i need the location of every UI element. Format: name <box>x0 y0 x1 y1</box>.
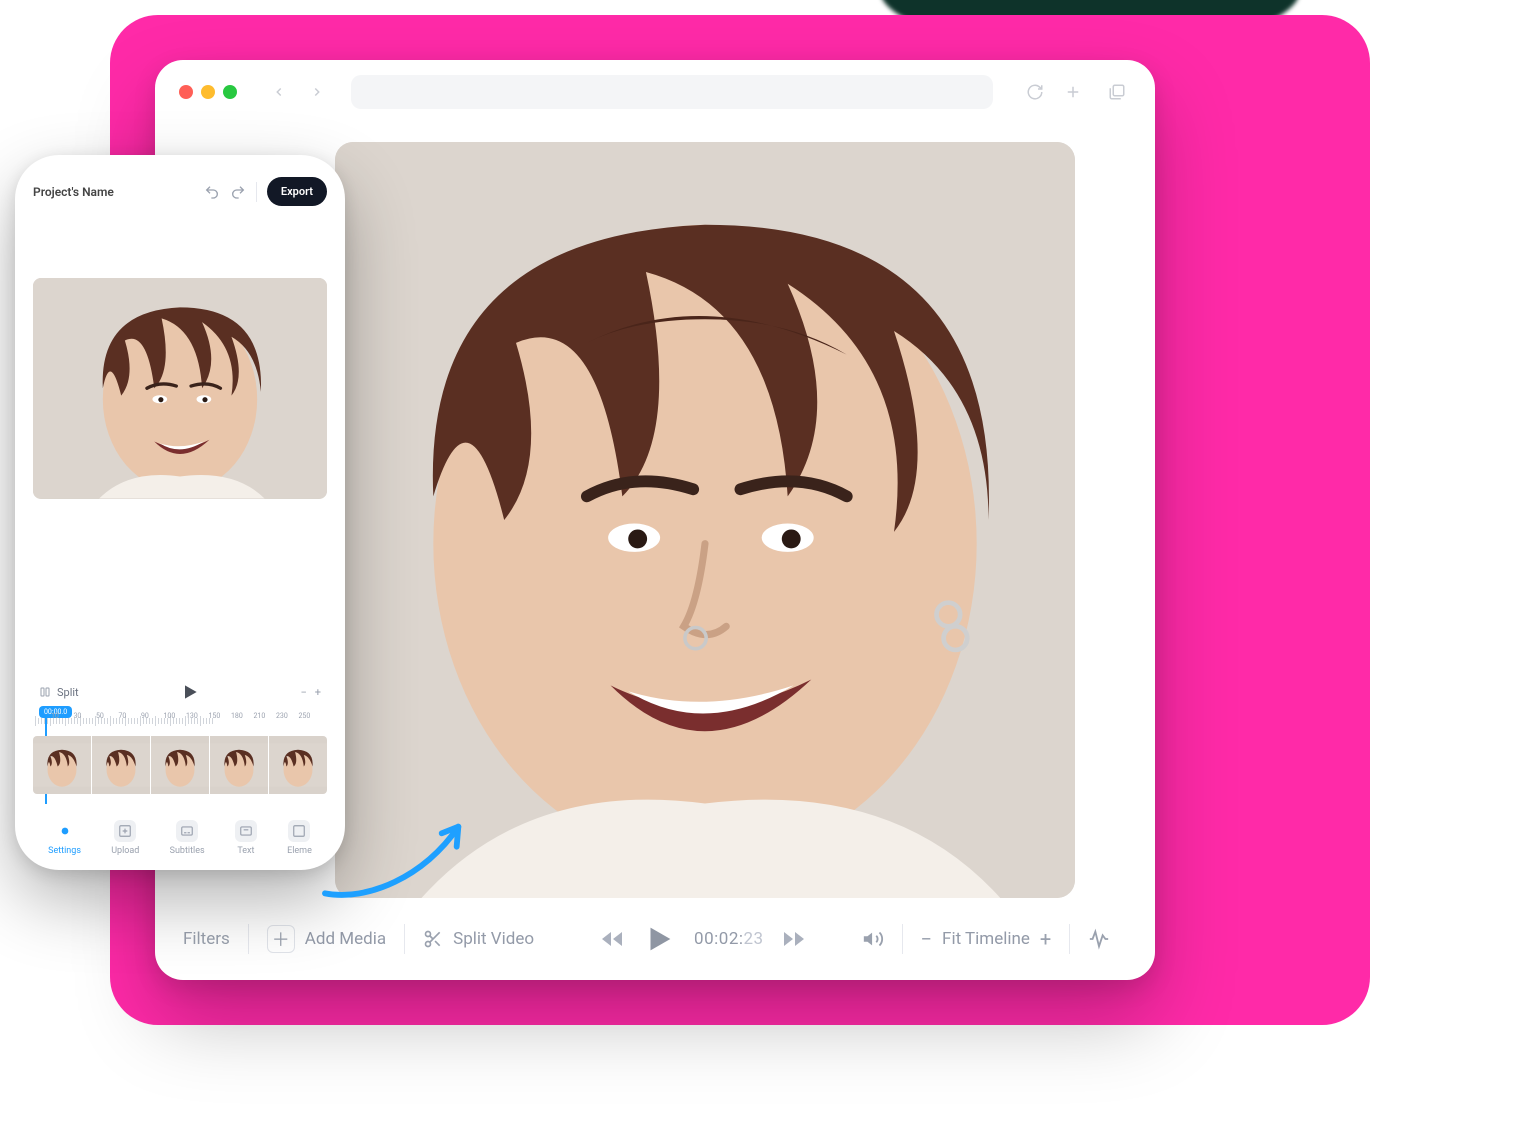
mobile-zoom-in[interactable]: + <box>315 686 321 699</box>
volume-icon[interactable] <box>862 928 884 950</box>
address-bar[interactable] <box>351 75 993 109</box>
editor-toolbar: Filters ＋ Add Media Split Video 00:02:23 <box>155 898 1155 980</box>
add-media-label: Add Media <box>305 929 386 949</box>
export-button[interactable]: Export <box>267 177 327 206</box>
ruler-mark: 50 <box>96 712 104 720</box>
tabs-icon[interactable] <box>1103 78 1131 106</box>
timeline-clips[interactable] <box>33 736 327 794</box>
add-media-button[interactable]: ＋ Add Media <box>267 925 386 953</box>
eleme-icon <box>288 820 310 842</box>
reload-icon[interactable] <box>1021 78 1049 106</box>
redo-button[interactable] <box>230 184 246 200</box>
ruler-mark: 250 <box>299 712 311 720</box>
scissors-icon <box>423 929 443 949</box>
tab-text[interactable]: Text <box>235 820 257 856</box>
window-controls <box>179 85 237 99</box>
tab-upload[interactable]: Upload <box>111 820 139 856</box>
zoom-out-button[interactable]: − <box>921 927 932 951</box>
timecode: 00:02:23 <box>694 929 764 949</box>
tab-subtitles[interactable]: Subtitles <box>170 820 205 856</box>
fit-timeline-control: − Fit Timeline + <box>921 927 1052 951</box>
settings-icon <box>54 820 76 842</box>
split-video-label: Split Video <box>453 929 534 949</box>
ruler-mark: 30 <box>74 712 82 720</box>
nav-forward-button[interactable] <box>303 78 331 106</box>
ruler-mark: 180 <box>231 712 243 720</box>
ruler-mark: 230 <box>276 712 288 720</box>
timeline-ruler[interactable]: 00:00.0 1030507090100130150180210230250 <box>33 712 327 730</box>
rewind-button[interactable] <box>600 927 624 951</box>
ruler-mark: 150 <box>209 712 221 720</box>
mobile-editor: Project's Name Export <box>15 155 345 870</box>
ruler-mark: 70 <box>119 712 127 720</box>
mobile-zoom-out[interactable]: − <box>300 686 306 699</box>
clip-thumbnail[interactable] <box>33 736 91 794</box>
waveform-icon[interactable] <box>1088 928 1110 950</box>
mobile-tabbar: Settings Upload Subtitles Text Eleme <box>33 810 327 856</box>
mobile-play-button[interactable] <box>180 682 200 702</box>
split-video-button[interactable]: Split Video <box>423 929 534 949</box>
upload-icon <box>114 820 136 842</box>
project-name[interactable]: Project's Name <box>33 185 114 199</box>
ruler-mark: 130 <box>186 712 198 720</box>
fit-timeline-label[interactable]: Fit Timeline <box>942 929 1030 949</box>
ruler-mark: 10 <box>51 712 59 720</box>
filters-label[interactable]: Filters <box>183 929 230 949</box>
tab-settings[interactable]: Settings <box>48 820 81 856</box>
new-tab-icon[interactable] <box>1059 78 1087 106</box>
ruler-mark: 210 <box>254 712 266 720</box>
ruler-mark: 100 <box>164 712 176 720</box>
maximize-window-button[interactable] <box>223 85 237 99</box>
clip-thumbnail[interactable] <box>268 736 327 794</box>
tab-eleme[interactable]: Eleme <box>287 820 312 856</box>
clip-thumbnail[interactable] <box>91 736 150 794</box>
video-preview[interactable] <box>335 142 1075 898</box>
browser-titlebar <box>155 60 1155 124</box>
forward-button[interactable] <box>782 927 806 951</box>
clip-thumbnail[interactable] <box>209 736 268 794</box>
play-button[interactable] <box>642 922 676 956</box>
mobile-split-button[interactable]: Split <box>39 686 79 699</box>
text-icon <box>235 820 257 842</box>
mobile-video-preview[interactable] <box>33 278 327 499</box>
undo-button[interactable] <box>204 184 220 200</box>
zoom-in-button[interactable]: + <box>1040 927 1051 951</box>
close-window-button[interactable] <box>179 85 193 99</box>
nav-back-button[interactable] <box>265 78 293 106</box>
plus-icon: ＋ <box>267 925 295 953</box>
ruler-mark: 90 <box>141 712 149 720</box>
subtitles-icon <box>176 820 198 842</box>
minimize-window-button[interactable] <box>201 85 215 99</box>
clip-thumbnail[interactable] <box>150 736 209 794</box>
